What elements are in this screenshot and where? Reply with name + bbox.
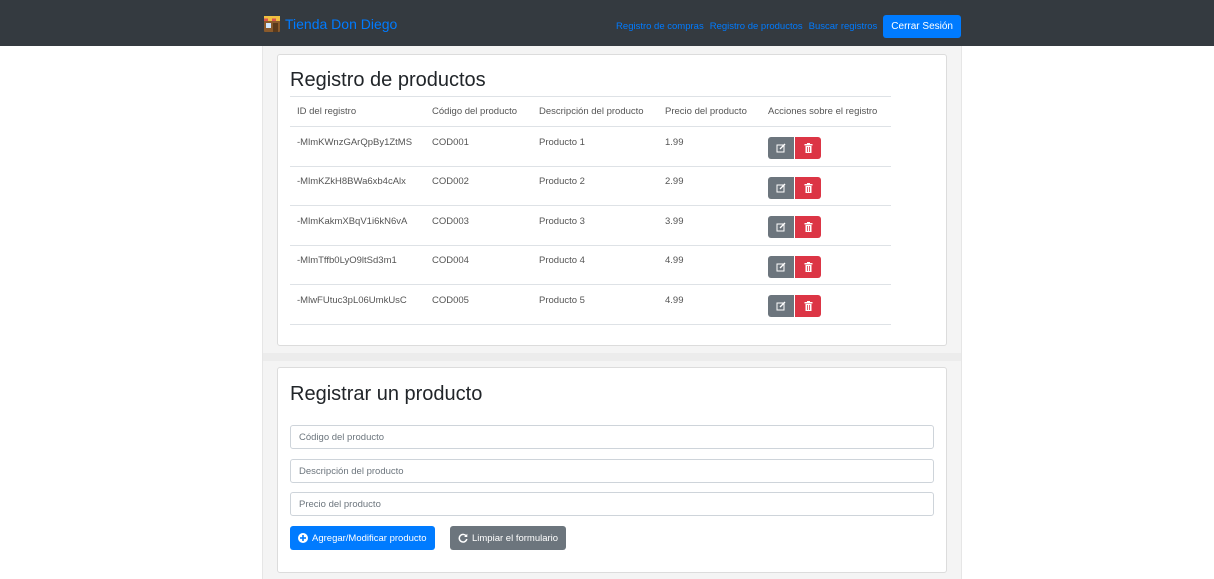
edit-icon bbox=[776, 222, 786, 232]
delete-button[interactable] bbox=[795, 255, 821, 278]
column-header-code: Código del producto bbox=[432, 106, 518, 117]
table-row: -MlmKWnzGArQpBy1ZtMS COD001 Producto 1 1… bbox=[290, 127, 891, 167]
add-modify-product-label: Agregar/Modificar producto bbox=[312, 532, 427, 544]
nav-link-buscar[interactable]: Buscar registros bbox=[809, 21, 878, 32]
section-divider bbox=[263, 353, 961, 361]
cell-code: COD001 bbox=[432, 136, 469, 148]
trash-icon bbox=[804, 261, 812, 272]
product-price-input[interactable] bbox=[290, 492, 934, 516]
cell-description: Producto 2 bbox=[539, 176, 585, 188]
clear-form-button[interactable]: Limpiar el formulario bbox=[450, 526, 567, 550]
edit-button[interactable] bbox=[768, 295, 794, 318]
edit-button[interactable] bbox=[768, 176, 794, 199]
delete-button[interactable] bbox=[795, 216, 821, 239]
cell-id: -MlmKakmXBqV1i6kN6vA bbox=[297, 215, 408, 227]
trash-icon bbox=[804, 222, 812, 233]
edit-icon bbox=[776, 183, 786, 193]
cell-id: -MlmTffb0LyO9ltSd3m1 bbox=[297, 255, 397, 267]
form-title: Registrar un producto bbox=[290, 383, 483, 405]
cell-price: 2.99 bbox=[665, 176, 684, 188]
refresh-icon bbox=[458, 533, 468, 543]
cell-code: COD002 bbox=[432, 176, 469, 188]
edit-button[interactable] bbox=[768, 137, 794, 160]
nav-link-compras[interactable]: Registro de compras bbox=[616, 21, 704, 32]
product-code-input[interactable] bbox=[290, 425, 934, 449]
delete-button[interactable] bbox=[795, 176, 821, 199]
cell-price: 1.99 bbox=[665, 136, 684, 148]
trash-icon bbox=[804, 143, 812, 154]
delete-button[interactable] bbox=[795, 295, 821, 318]
top-navbar: Tienda Don Diego Registro de compras Reg… bbox=[0, 0, 1214, 46]
cell-actions bbox=[768, 255, 891, 278]
trash-icon bbox=[804, 301, 812, 312]
cell-actions bbox=[768, 295, 891, 318]
table-row: -MlmKZkH8BWa6xb4cAlx COD002 Producto 2 2… bbox=[290, 167, 891, 206]
edit-icon bbox=[776, 301, 786, 311]
table-row: -MlmKakmXBqV1i6kN6vA COD003 Producto 3 3… bbox=[290, 206, 891, 246]
cell-code: COD005 bbox=[432, 294, 469, 306]
brand-link[interactable]: Tienda Don Diego bbox=[263, 15, 397, 33]
edit-icon bbox=[776, 143, 786, 153]
cell-id: -MlmKWnzGArQpBy1ZtMS bbox=[297, 136, 413, 148]
nav-links: Registro de compras Registro de producto… bbox=[610, 14, 961, 38]
cell-price: 4.99 bbox=[665, 294, 684, 306]
cell-description: Producto 3 bbox=[539, 215, 585, 227]
add-modify-product-button[interactable]: Agregar/Modificar producto bbox=[290, 526, 435, 550]
clear-form-label: Limpiar el formulario bbox=[472, 532, 559, 544]
edit-button[interactable] bbox=[768, 255, 794, 278]
products-title: Registro de productos bbox=[290, 69, 486, 91]
cell-price: 3.99 bbox=[665, 215, 684, 227]
cell-description: Producto 1 bbox=[539, 136, 585, 148]
cell-id: -MlmKZkH8BWa6xb4cAlx bbox=[297, 176, 406, 188]
logout-button[interactable]: Cerrar Sesión bbox=[883, 14, 961, 38]
delete-button[interactable] bbox=[795, 137, 821, 160]
cell-price: 4.99 bbox=[665, 255, 684, 267]
brand-name: Tienda Don Diego bbox=[285, 16, 398, 32]
table-header: ID del registro Código del producto Desc… bbox=[290, 97, 891, 127]
table-row: -MlmTffb0LyO9ltSd3m1 COD004 Producto 4 4… bbox=[290, 246, 891, 285]
nav-link-productos[interactable]: Registro de productos bbox=[710, 21, 803, 32]
edit-icon bbox=[776, 262, 786, 272]
cell-id: -MlwFUtuc3pL06UmkUsC bbox=[297, 294, 407, 306]
cell-actions bbox=[768, 216, 891, 239]
cell-code: COD004 bbox=[432, 255, 469, 267]
plus-circle-icon bbox=[298, 533, 308, 543]
edit-button[interactable] bbox=[768, 216, 794, 239]
cell-actions bbox=[768, 137, 891, 160]
trash-icon bbox=[804, 182, 812, 193]
products-table: ID del registro Código del producto Desc… bbox=[290, 96, 891, 325]
column-header-actions: Acciones sobre el registro bbox=[768, 106, 878, 117]
column-header-description: Descripción del producto bbox=[539, 106, 644, 117]
store-icon bbox=[263, 15, 281, 33]
cell-actions bbox=[768, 176, 891, 199]
column-header-id: ID del registro bbox=[297, 106, 357, 117]
column-header-price: Precio del producto bbox=[665, 106, 747, 117]
cell-description: Producto 4 bbox=[539, 255, 585, 267]
table-row: -MlwFUtuc3pL06UmkUsC COD005 Producto 5 4… bbox=[290, 285, 891, 325]
cell-description: Producto 5 bbox=[539, 294, 585, 306]
product-description-input[interactable] bbox=[290, 459, 934, 483]
cell-code: COD003 bbox=[432, 215, 469, 227]
